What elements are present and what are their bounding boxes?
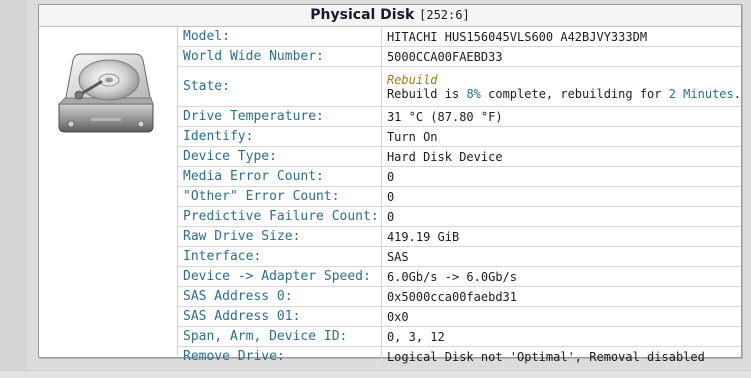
temperature-value: 31 °C (87.80 °F) [381, 106, 741, 127]
raw-size-label: Raw Drive Size: [178, 226, 382, 247]
table-row: Media Error Count: 0 [178, 166, 741, 187]
table-row: Raw Drive Size: 419.19 GiB [178, 226, 741, 247]
device-type-label: Device Type: [178, 146, 382, 167]
other-error-value: 0 [381, 186, 741, 207]
table-row: State: Rebuild Rebuild is 8% complete, r… [178, 66, 741, 107]
disk-properties-table: Model: HITACHI HUS156045VLS600 A42BJVY33… [178, 27, 741, 366]
table-row: World Wide Number: 5000CCA00FAEBD33 [178, 46, 741, 67]
panel-title: Physical Disk [252:6] [39, 5, 741, 27]
predictive-failure-label: Predictive Failure Count: [178, 206, 382, 227]
identify-turn-on-link[interactable]: Turn On [381, 126, 741, 147]
table-row: Remove Drive: Logical Disk not 'Optimal'… [178, 346, 741, 366]
table-row: Predictive Failure Count: 0 [178, 206, 741, 227]
model-label: Model: [178, 27, 382, 47]
interface-label: Interface: [178, 246, 382, 267]
table-row: Device -> Adapter Speed: 6.0Gb/s -> 6.0G… [178, 266, 741, 287]
table-row: SAS Address 01: 0x0 [178, 306, 741, 327]
table-row: Interface: SAS [178, 246, 741, 267]
sas-address-0-value: 0x5000cca00faebd31 [381, 286, 741, 307]
temperature-label: Drive Temperature: [178, 106, 382, 127]
media-error-label: Media Error Count: [178, 166, 382, 187]
table-row: Model: HITACHI HUS156045VLS600 A42BJVY33… [178, 27, 741, 47]
physical-disk-panel: Physical Disk [252:6] Model: HITACHI HUS… [38, 4, 742, 366]
wwn-label: World Wide Number: [178, 46, 382, 67]
link-speed-label: Device -> Adapter Speed: [178, 266, 382, 287]
panel-title-text: Physical Disk [310, 7, 415, 23]
predictive-failure-value: 0 [381, 206, 741, 227]
media-error-value: 0 [381, 166, 741, 187]
wwn-value: 5000CCA00FAEBD33 [381, 46, 741, 67]
hard-disk-icon [58, 53, 154, 133]
rebuild-detail-mid: complete, rebuilding for [480, 86, 669, 101]
table-row: Identify: Turn On [178, 126, 741, 147]
table-row: Drive Temperature: 31 °C (87.80 °F) [178, 106, 741, 127]
interface-value: SAS [381, 246, 741, 267]
state-value: Rebuild Rebuild is 8% complete, rebuildi… [381, 66, 741, 107]
rebuild-percent: 8% [466, 86, 481, 101]
state-label: State: [178, 66, 382, 107]
table-row: Span, Arm, Device ID: 0, 3, 12 [178, 326, 741, 347]
sas-address-0-label: SAS Address 0: [178, 286, 382, 307]
rebuild-progress-text: Rebuild is 8% complete, rebuilding for 2… [387, 87, 741, 101]
model-value: HITACHI HUS156045VLS600 A42BJVY333DM [381, 27, 741, 47]
raw-size-value: 419.19 GiB [381, 226, 741, 247]
link-speed-value: 6.0Gb/s -> 6.0Gb/s [381, 266, 741, 287]
sas-address-1-value: 0x0 [381, 306, 741, 327]
remove-drive-label: Remove Drive: [178, 346, 382, 366]
device-type-value: Hard Disk Device [381, 146, 741, 167]
disk-id-label: [252:6] [419, 8, 470, 22]
sas-address-1-label: SAS Address 01: [178, 306, 382, 327]
state-status: Rebuild [386, 72, 438, 87]
table-row: SAS Address 0: 0x5000cca00faebd31 [178, 286, 741, 307]
rebuild-duration: 2 Minutes [668, 86, 734, 101]
rebuild-detail-suffix: . [733, 86, 741, 101]
table-row: Device Type: Hard Disk Device [178, 146, 741, 167]
remove-drive-value: Logical Disk not 'Optimal', Removal disa… [386, 349, 705, 364]
span-arm-value: 0, 3, 12 [381, 326, 741, 347]
rebuild-detail-prefix: Rebuild is [386, 86, 467, 101]
span-arm-label: Span, Arm, Device ID: [178, 326, 382, 347]
table-row: "Other" Error Count: 0 [178, 186, 741, 207]
identify-label: Identify: [178, 126, 382, 147]
other-error-label: "Other" Error Count: [178, 186, 382, 207]
disk-icon-cell [39, 27, 178, 356]
